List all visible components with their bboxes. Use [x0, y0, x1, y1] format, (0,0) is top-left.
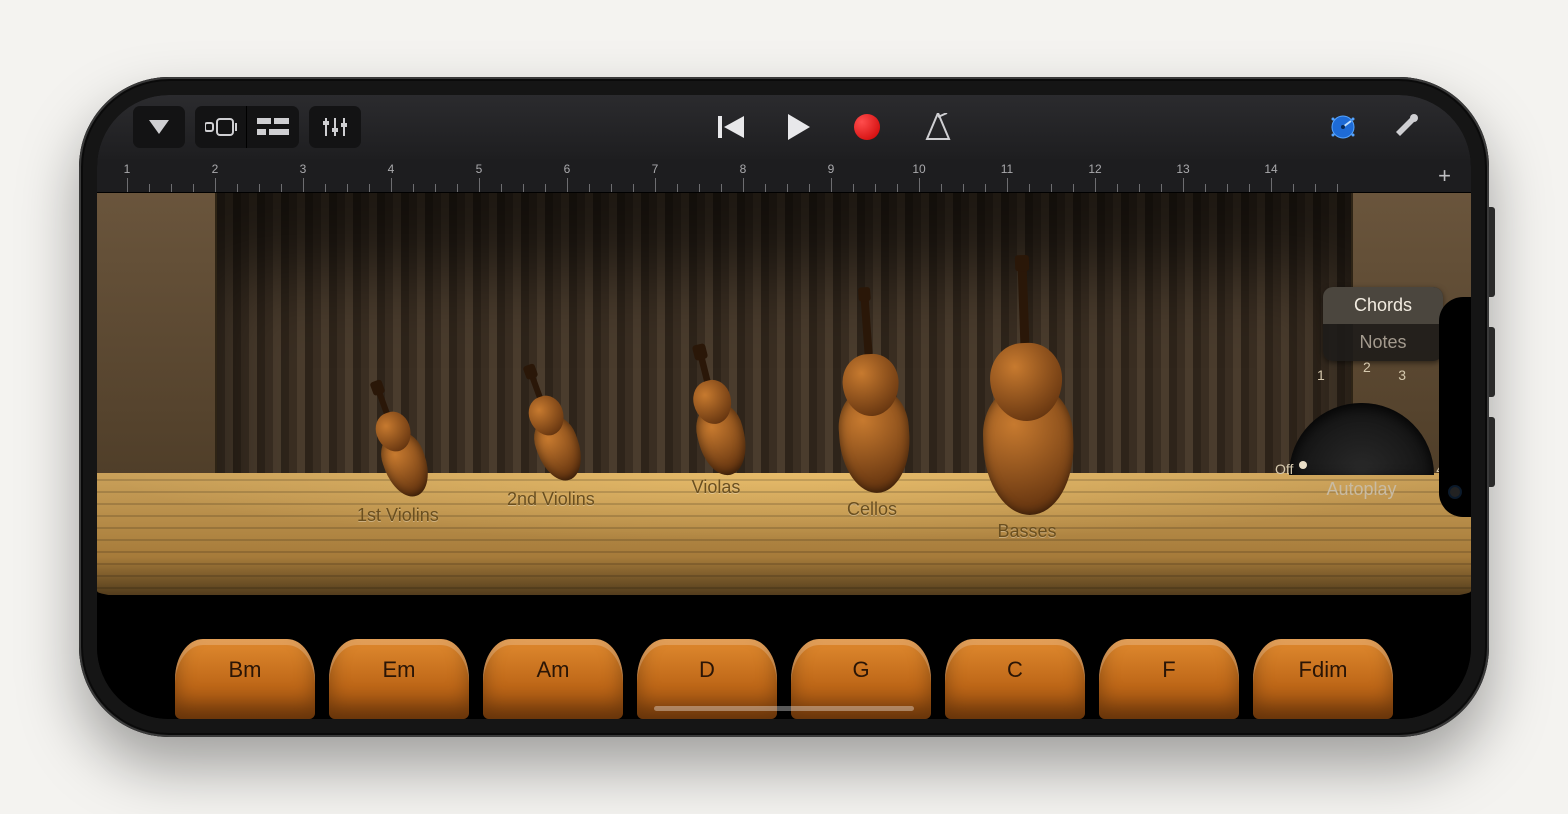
cello-icon: [821, 310, 923, 496]
screen: 1234567891011121314 + 1st Violins 2nd Vi…: [97, 95, 1471, 719]
dial-label-3: 3: [1398, 367, 1406, 383]
mode-chords[interactable]: Chords: [1323, 287, 1443, 324]
view-toggle-group: [195, 106, 299, 148]
chord-button[interactable]: C: [945, 639, 1085, 719]
mode-notes[interactable]: Notes: [1323, 324, 1443, 361]
chord-label: Fdim: [1299, 657, 1348, 683]
autoplay-dial[interactable]: Off 1 2 3 4: [1289, 403, 1434, 475]
instrument-1st-violins[interactable]: 1st Violins: [357, 389, 439, 526]
record-button[interactable]: [841, 106, 893, 148]
instrument-label: 2nd Violins: [507, 489, 595, 510]
chord-button[interactable]: Am: [483, 639, 623, 719]
timeline-ruler[interactable]: 1234567891011121314 +: [97, 159, 1471, 193]
instrument-label: Violas: [687, 477, 745, 498]
ruler-bar-label: 6: [564, 162, 571, 176]
dial-label-off: Off: [1275, 461, 1293, 477]
phone-volume-down: [1489, 417, 1495, 487]
chord-button[interactable]: Bm: [175, 639, 315, 719]
home-indicator[interactable]: [654, 706, 914, 711]
ruler-bar-label: 3: [300, 162, 307, 176]
dial-label-1: 1: [1317, 367, 1325, 383]
ruler-bar-label: 13: [1176, 162, 1189, 176]
ruler-bar-label: 14: [1264, 162, 1277, 176]
stage: 1st Violins 2nd Violins Violas Cellos Ba…: [97, 193, 1471, 595]
browser-menu-button[interactable]: [133, 106, 185, 148]
chord-label: Em: [383, 657, 416, 683]
ruler-bar-label: 7: [652, 162, 659, 176]
phone-frame: 1234567891011121314 + 1st Violins 2nd Vi…: [79, 77, 1489, 737]
chord-label: Am: [537, 657, 570, 683]
chord-label: D: [699, 657, 715, 683]
dial-labels: Off 1 2 3 4: [1289, 381, 1434, 475]
record-icon: [854, 114, 880, 140]
mode-toggle: Chords Notes: [1323, 287, 1443, 361]
mixer-button[interactable]: [309, 106, 361, 148]
ruler-bar-label: 11: [1001, 162, 1013, 176]
play-button[interactable]: [767, 106, 831, 148]
instrument-label: Basses: [972, 521, 1082, 542]
ruler-bar-label: 12: [1088, 162, 1101, 176]
regions-view-button[interactable]: [247, 106, 299, 148]
bass-icon: [968, 293, 1086, 517]
chord-button[interactable]: Em: [329, 639, 469, 719]
ruler-bar-label: 8: [740, 162, 747, 176]
toolbar: [97, 95, 1471, 159]
stage-floor: [97, 473, 1471, 595]
ruler-bar-label: 2: [212, 162, 219, 176]
settings-button[interactable]: [1379, 106, 1431, 148]
chord-row: Bm Em Am D G C F Fdim: [97, 595, 1471, 719]
add-section-button[interactable]: +: [1438, 165, 1451, 187]
stage-wall-left: [97, 193, 217, 491]
violin-icon: [505, 366, 597, 489]
notch: [1439, 297, 1471, 517]
tracks-view-button[interactable]: [195, 106, 247, 148]
ruler-bar-label: 4: [388, 162, 395, 176]
phone-volume-up: [1489, 327, 1495, 397]
chord-label: Bm: [229, 657, 262, 683]
dial-label-2: 2: [1363, 359, 1371, 375]
instrument-label: Cellos: [827, 499, 917, 520]
chord-label: F: [1162, 657, 1175, 683]
chord-label: G: [852, 657, 869, 683]
instrument-label: 1st Violins: [357, 505, 439, 526]
ruler-bar-label: 9: [828, 162, 835, 176]
instrument-2nd-violins[interactable]: 2nd Violins: [507, 373, 595, 510]
metronome-button[interactable]: [903, 106, 973, 148]
ruler-bar-label: 5: [476, 162, 483, 176]
phone-side-button: [1489, 207, 1495, 297]
rewind-button[interactable]: [705, 106, 757, 148]
instrument-basses[interactable]: Basses: [972, 295, 1082, 542]
autoplay-control[interactable]: Off 1 2 3 4 Autoplay: [1274, 403, 1449, 500]
chord-button[interactable]: Fdim: [1253, 639, 1393, 719]
ruler-bar-label: 10: [912, 162, 925, 176]
instrument-violas[interactable]: Violas: [687, 361, 745, 498]
instrument-cellos[interactable]: Cellos: [827, 313, 917, 520]
track-controls-button[interactable]: [1317, 106, 1369, 148]
chord-button[interactable]: F: [1099, 639, 1239, 719]
chord-label: C: [1007, 657, 1023, 683]
ruler-bar-label: 1: [124, 162, 131, 176]
violin-icon: [352, 382, 444, 505]
autoplay-label: Autoplay: [1274, 479, 1449, 500]
